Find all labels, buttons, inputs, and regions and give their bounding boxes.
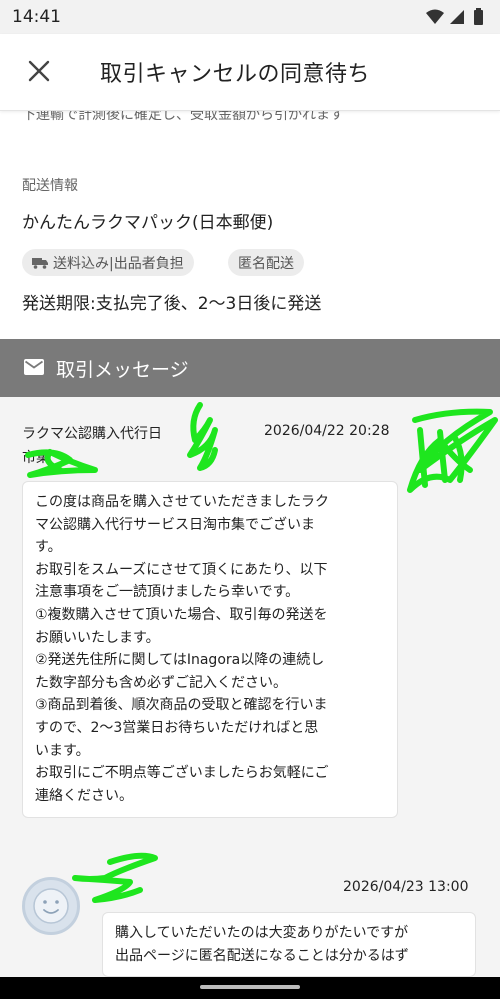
message-line: います。 bbox=[35, 742, 90, 759]
close-icon bbox=[28, 60, 50, 82]
shipping-fee-chip: 送料込み|出品者負担 bbox=[22, 249, 194, 276]
message-list[interactable]: ラクマ公認購入代行日 市集 2026/04/22 20:28 この度は商品を購入… bbox=[0, 397, 500, 977]
message-line: お願いいたします。 bbox=[35, 629, 160, 646]
delivery-section-label: 配送情報 bbox=[22, 178, 78, 194]
message-line: お取引をスムーズにさせて頂くにあたり、以下 bbox=[35, 561, 328, 578]
battery-icon bbox=[474, 10, 483, 25]
status-bar: 14:41 bbox=[0, 0, 500, 34]
chip-label: 匿名配送 bbox=[238, 255, 294, 272]
message-line: ①複数購入させて頂いた場合、取引毎の発送を bbox=[35, 606, 328, 623]
message-line: お取引にご不明点等ございましたらお気軽にご bbox=[35, 765, 329, 782]
message-line: 注意事項をご一読頂けましたら幸いです。 bbox=[35, 584, 300, 601]
messages-header: 取引メッセージ bbox=[0, 339, 500, 397]
message-line: マ公認購入代行サービス日淘市集でございま bbox=[35, 516, 315, 533]
avatar[interactable] bbox=[22, 877, 80, 935]
delivery-method: かんたんラクマパック(日本郵便) bbox=[22, 213, 274, 233]
message-bubble: 購入していただいたのは大変ありがたいですが 出品ページに匿名配送になることは分か… bbox=[102, 912, 476, 977]
anonymous-shipping-chip: 匿名配送 bbox=[228, 249, 304, 276]
message-sender: ラクマ公認購入代行日 bbox=[22, 426, 162, 442]
message-line: た数字部分も含め必ずご記入ください。 bbox=[35, 674, 287, 691]
shipping-deadline: 発送期限:支払完了後、2〜3日後に発送 bbox=[22, 294, 322, 314]
message-timestamp: 2026/04/23 13:00 bbox=[343, 879, 469, 895]
page-title: 取引キャンセルの同意待ち bbox=[100, 62, 371, 87]
message-line: ③商品到着後、順次商品の受取と確認を行いま bbox=[35, 697, 328, 714]
message-line: 連絡ください。 bbox=[35, 787, 133, 804]
close-button[interactable] bbox=[20, 52, 58, 90]
message-bubble: この度は商品を購入させていただきましたラク マ公認購入代行サービス日淘市集でござ… bbox=[22, 481, 398, 819]
status-time: 14:41 bbox=[12, 7, 61, 27]
chip-label: 送料込み|出品者負担 bbox=[53, 255, 184, 272]
app-bar: 取引キャンセルの同意待ち bbox=[0, 34, 500, 111]
signal-icon bbox=[450, 10, 464, 24]
mail-icon bbox=[24, 359, 44, 375]
smiley-face-icon bbox=[33, 888, 69, 924]
message-line: す。 bbox=[35, 539, 62, 556]
truck-icon bbox=[32, 257, 48, 269]
message-line: 出品ページに匿名配送になることは分かるはず bbox=[115, 947, 409, 964]
message-line: すので、2〜3営業日お待ちいただければと思 bbox=[35, 719, 319, 736]
message-line: ②発送先住所に関してはInagora以降の連続し bbox=[35, 652, 325, 669]
messages-title: 取引メッセージ bbox=[56, 359, 189, 381]
message-timestamp: 2026/04/22 20:28 bbox=[264, 423, 390, 439]
home-gesture-handle[interactable] bbox=[200, 985, 300, 989]
message-sender-sub: 市集 bbox=[22, 450, 50, 466]
wifi-icon bbox=[426, 9, 444, 24]
message-line: 購入していただいたのは大変ありがたいですが bbox=[115, 925, 409, 941]
message-line: この度は商品を購入させていただきましたラク bbox=[35, 494, 329, 510]
status-icons bbox=[426, 8, 483, 25]
navigation-bar bbox=[0, 977, 500, 999]
